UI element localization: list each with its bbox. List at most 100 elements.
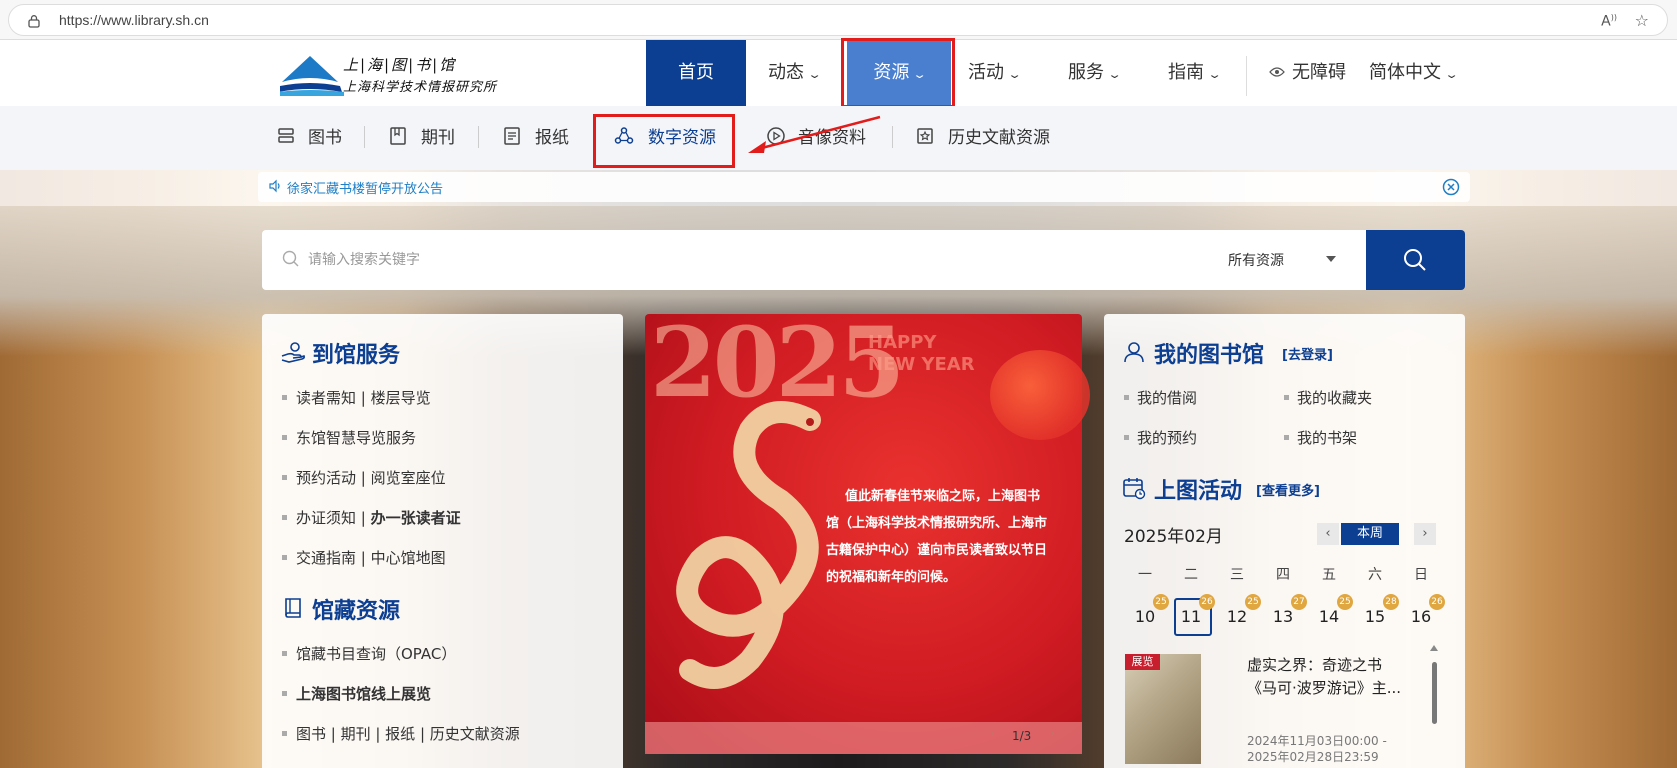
nav-divider [1246, 56, 1247, 96]
list-item[interactable]: 交通指南 | 中心馆地图 [296, 547, 446, 568]
chevron-down-icon: ⌄ [1007, 68, 1022, 81]
list-bullet [282, 731, 287, 736]
nav-services-label: 服务 [1068, 62, 1104, 83]
chevron-right-icon[interactable]: › [1050, 727, 1055, 742]
chevron-down-icon: ⌄ [807, 68, 822, 81]
nav-guide[interactable]: 指南 ⌄ [1168, 40, 1222, 106]
search-icon [282, 250, 299, 267]
nav-news-label: 动态 [768, 62, 804, 83]
event-count-badge: 28 [1383, 594, 1399, 610]
weekday-label: 一 [1138, 567, 1152, 583]
list-bullet [1284, 395, 1289, 400]
event-count-badge: 25 [1153, 594, 1169, 610]
event-thumbnail[interactable] [1125, 654, 1201, 764]
chevron-right-icon[interactable]: › [1414, 523, 1436, 545]
nav-guide-label: 指南 [1168, 62, 1204, 83]
subnav-separator [478, 126, 479, 148]
my-reservations-link[interactable]: 我的预约 [1137, 427, 1197, 448]
nav-activities-label: 活动 [968, 62, 1004, 83]
list-item[interactable]: 上海图书馆线上展览 [296, 683, 431, 704]
subnav-historical-documents-label: 历史文献资源 [948, 128, 1050, 148]
event-tag: 展览 [1125, 654, 1160, 670]
weekday-label: 三 [1230, 567, 1244, 583]
calendar-day[interactable]: 10 [1126, 607, 1164, 626]
list-bullet [1124, 395, 1129, 400]
weekday-label: 六 [1368, 567, 1382, 583]
list-item[interactable]: 馆藏书目查询（OPAC） [296, 643, 456, 664]
close-icon[interactable] [1442, 178, 1460, 196]
list-item[interactable]: 读者需知 | 楼层导览 [296, 387, 431, 408]
url-text[interactable]: https://www.library.sh.cn [59, 12, 209, 28]
read-aloud-icon[interactable]: A)) [1601, 13, 1617, 30]
search-scope-select[interactable]: 所有资源 [1228, 250, 1284, 270]
history-document-icon [917, 128, 933, 144]
scrollbar-thumb[interactable] [1432, 662, 1437, 724]
search-button[interactable] [1366, 230, 1465, 290]
event-time: 2024年11月03日00:00 - 2025年02月28日23:59 [1247, 734, 1387, 764]
calendar-day[interactable]: 16 [1402, 607, 1440, 626]
subnav-books[interactable]: 图书 [308, 106, 342, 170]
calendar-day[interactable]: 14 [1310, 607, 1348, 626]
view-more-link[interactable]: [查看更多] [1256, 480, 1320, 499]
caret-down-icon[interactable] [1326, 256, 1336, 262]
nav-news[interactable]: 动态 ⌄ [768, 40, 822, 106]
chevron-down-icon: ⌄ [1207, 68, 1222, 81]
calendar-day[interactable]: 11 [1172, 607, 1210, 626]
accessibility-label: 无障碍 [1292, 62, 1346, 83]
event-count-badge: 25 [1337, 594, 1353, 610]
chevron-left-icon[interactable]: ‹ [990, 727, 995, 742]
my-borrowing-link[interactable]: 我的借阅 [1137, 387, 1197, 408]
speaker-icon [269, 179, 280, 193]
banner-happy-text: HAPPY [868, 332, 937, 353]
address-bar[interactable]: https://www.library.sh.cn A)) ☆ [8, 4, 1668, 36]
list-bullet [1124, 435, 1129, 440]
this-week-button[interactable]: 本周 [1341, 523, 1399, 545]
banner-text-line: 馆（上海科学技术情报研究所、上海市 [826, 516, 1048, 531]
login-link[interactable]: [去登录] [1282, 344, 1333, 363]
calendar-day[interactable]: 15 [1356, 607, 1394, 626]
list-item[interactable]: 办证须知 | 办一张读者证 [296, 507, 461, 528]
subnav-journals[interactable]: 期刊 [421, 106, 455, 170]
lantern-decoration [990, 350, 1090, 440]
my-favorites-link[interactable]: 我的收藏夹 [1297, 387, 1372, 408]
event-count-badge: 26 [1429, 594, 1445, 610]
list-item[interactable]: 东馆智慧导览服务 [296, 427, 416, 448]
language-label: 简体中文 [1369, 62, 1441, 83]
banner-text-line: 值此新春佳节来临之际，上海图书 [845, 489, 1041, 504]
scroll-up-arrow-icon[interactable] [1430, 645, 1438, 651]
nav-home[interactable]: 首页 [646, 40, 746, 106]
hand-service-icon [281, 342, 306, 363]
notice-text[interactable]: 徐家汇藏书楼暂停开放公告 [287, 178, 443, 197]
search-input[interactable] [308, 248, 1108, 272]
list-bullet [1284, 435, 1289, 440]
subnav-historical-documents[interactable]: 历史文献资源 [948, 106, 1050, 170]
nav-services[interactable]: 服务 ⌄ [1068, 40, 1122, 106]
reader-card-link[interactable]: 办一张读者证 [371, 509, 461, 527]
list-item[interactable]: 预约活动 | 阅览室座位 [296, 467, 446, 488]
subnav-books-label: 图书 [308, 128, 342, 148]
event-title[interactable]: 虚实之界：奇迹之书《马可·波罗游记》主... [1247, 654, 1407, 700]
language-selector[interactable]: 简体中文 ⌄ [1369, 40, 1459, 106]
banner-text-line: 的祝福和新年的问候。 [826, 570, 957, 585]
chevron-left-icon[interactable]: ‹ [1317, 523, 1339, 545]
list-bullet [282, 435, 287, 440]
calendar-day[interactable]: 12 [1218, 607, 1256, 626]
nav-home-label: 首页 [678, 62, 714, 83]
banner-text-line: 古籍保护中心）谨向市民读者致以节日 [826, 543, 1048, 558]
banner-new-year-text: NEW YEAR [868, 354, 975, 375]
banner-happy: HAPPY NEW YEAR [868, 332, 975, 376]
accessibility-link[interactable]: 无障碍 [1292, 40, 1346, 106]
list-item[interactable]: 图书 | 期刊 | 报纸 | 历史文献资源 [296, 723, 520, 744]
list-bullet [282, 691, 287, 696]
favorite-star-icon[interactable]: ☆ [1635, 11, 1649, 30]
event-count-badge: 25 [1245, 594, 1261, 610]
calendar-day[interactable]: 13 [1264, 607, 1302, 626]
annotation-highlight-box [841, 38, 955, 108]
subnav-newspapers[interactable]: 报纸 [535, 106, 569, 170]
my-bookshelf-link[interactable]: 我的书架 [1297, 427, 1357, 448]
collection-resources-title: 馆藏资源 [312, 599, 401, 624]
newspaper-icon [504, 127, 520, 145]
nav-activities[interactable]: 活动 ⌄ [968, 40, 1022, 106]
browser-toolbar: https://www.library.sh.cn A)) ☆ [0, 0, 1677, 40]
weekday-label: 五 [1322, 567, 1336, 583]
